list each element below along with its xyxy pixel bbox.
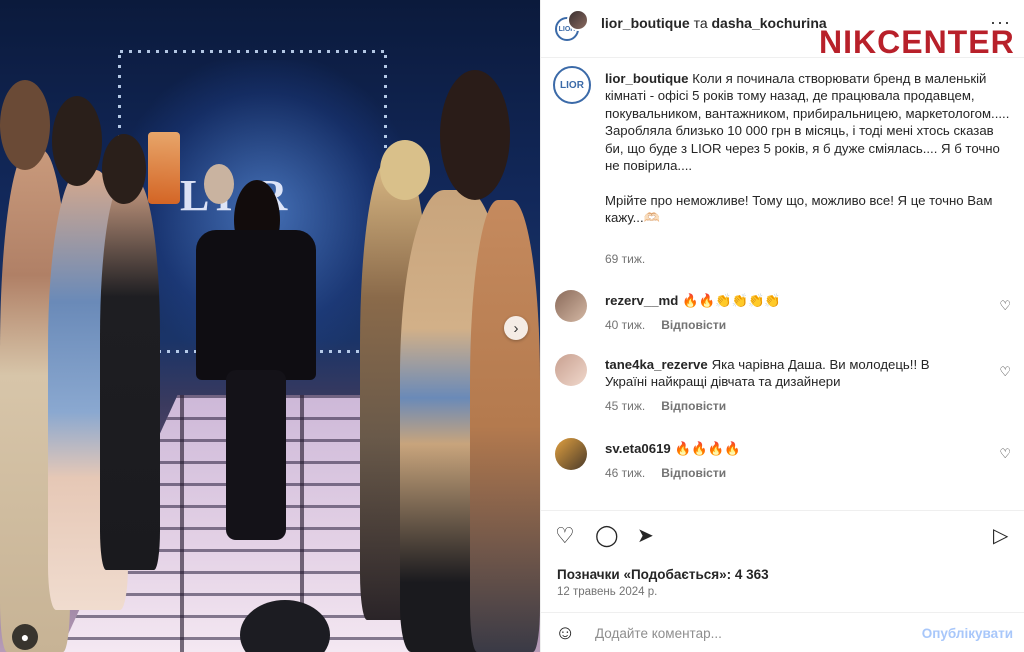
heart-icon[interactable]: ♡ (555, 523, 575, 549)
chevron-right-icon: › (513, 319, 519, 337)
connector-text: та (693, 15, 708, 31)
background-person-head (204, 164, 234, 204)
comment: sv.eta0619 🔥🔥🔥🔥 46 тиж. Відповісти ♡ (553, 438, 1017, 482)
collab-avatars[interactable]: LIOR (555, 9, 589, 43)
heart-icon[interactable]: ♡ (999, 298, 1011, 314)
username-link[interactable]: dasha_kochurina (712, 15, 827, 31)
audience-person (470, 200, 540, 652)
bookmark-icon[interactable]: ▷ (993, 523, 1008, 548)
carousel-next-button[interactable]: › (504, 316, 528, 340)
stage-sign (148, 132, 180, 204)
comment-time: 40 тиж. (605, 318, 646, 332)
comment-time: 46 тиж. (605, 466, 646, 480)
add-comment-bar: ☺ Додайте коментар... Опублікувати (541, 612, 1024, 652)
post-photo[interactable]: LI R › ● (0, 0, 540, 652)
model-jacket (196, 230, 316, 380)
stage-led-strip (120, 50, 390, 53)
reply-button[interactable]: Відповісти (661, 318, 726, 332)
comment-username[interactable]: sv.eta0619 (605, 441, 671, 456)
comment-text: 🔥🔥👏👏👏👏 (682, 293, 781, 308)
comment-meta: 40 тиж. Відповісти (605, 318, 742, 332)
reply-button[interactable]: Відповісти (661, 399, 726, 413)
post-actions: ♡ ◯ ➤ ▷ Позначки «Подобається»: 4 363 12… (541, 510, 1024, 610)
avatar[interactable] (555, 438, 587, 470)
user-icon: ● (20, 629, 30, 645)
avatar (567, 9, 589, 31)
avatar[interactable] (555, 290, 587, 322)
send-icon[interactable]: ➤ (637, 523, 654, 548)
avatar[interactable] (555, 354, 587, 386)
audience-person-head (52, 96, 102, 186)
username-link[interactable]: lior_boutique (605, 71, 689, 86)
comment-icon[interactable]: ◯ (595, 523, 619, 548)
audience-person-head (380, 140, 430, 200)
likes-count[interactable]: Позначки «Подобається»: 4 363 (557, 567, 769, 582)
comment-username[interactable]: tane4ka_rezerve (605, 357, 708, 372)
comment: rezerv__md 🔥🔥👏👏👏👏 40 тиж. Відповісти ♡ (553, 290, 1017, 334)
smiley-icon[interactable]: ☺ (555, 622, 575, 645)
caption-timestamp[interactable]: 69 тиж. (605, 252, 645, 266)
comment-body: tane4ka_rezerve Яка чарівна Даша. Ви моло… (605, 356, 975, 391)
username-link[interactable]: lior_boutique (601, 15, 690, 31)
watermark-logo: NIKCENTER (819, 24, 1015, 60)
post-comment-button[interactable]: Опублікувати (922, 626, 1013, 641)
comment-meta: 45 тиж. Відповісти (605, 399, 742, 413)
comment: tane4ka_rezerve Яка чарівна Даша. Ви моло… (553, 354, 1017, 413)
heart-icon[interactable]: ♡ (999, 446, 1011, 462)
audience-person-head (0, 80, 50, 170)
reply-button[interactable]: Відповісти (661, 466, 726, 480)
comment-time: 45 тиж. (605, 399, 646, 413)
post-date: 12 травень 2024 р. (557, 586, 658, 598)
post-details-panel: LIOR lior_boutique та dasha_kochurina ··… (540, 0, 1024, 652)
avatar[interactable]: LIOR (553, 66, 591, 104)
model-legs (226, 370, 286, 540)
floor-line (180, 395, 184, 652)
audience-person-head (102, 134, 146, 204)
comment-username[interactable]: rezerv__md (605, 293, 678, 308)
audience-person-head (440, 70, 510, 200)
header-usernames: lior_boutique та dasha_kochurina (601, 15, 827, 31)
heart-icon[interactable]: ♡ (999, 364, 1011, 380)
comment-meta: 46 тиж. Відповісти (605, 466, 742, 480)
caption-text: lior_boutique Коли я починала створювати… (605, 70, 1011, 227)
tagged-users-button[interactable]: ● (12, 624, 38, 650)
comment-body: sv.eta0619 🔥🔥🔥🔥 (605, 440, 975, 457)
comment-text: 🔥🔥🔥🔥 (674, 441, 741, 456)
comment-input[interactable]: Додайте коментар... (595, 626, 722, 641)
caption-body: Коли я починала створювати бренд в мален… (605, 71, 1010, 226)
comment-body: rezerv__md 🔥🔥👏👏👏👏 (605, 292, 975, 309)
audience-person (100, 180, 160, 570)
